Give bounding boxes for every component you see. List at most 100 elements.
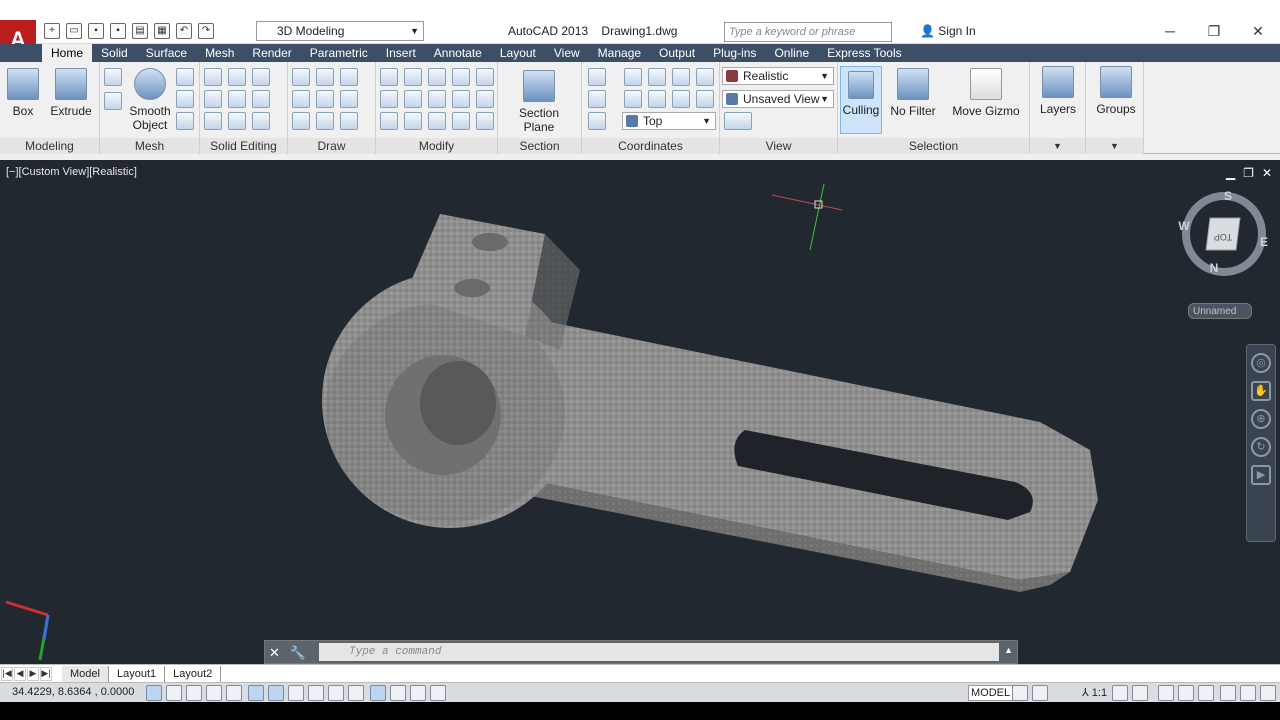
otrack-icon[interactable] xyxy=(288,685,304,701)
first-tab-icon[interactable]: |◀ xyxy=(1,666,13,681)
fillet-icon[interactable] xyxy=(380,68,398,86)
mesh-box-icon[interactable] xyxy=(104,68,122,86)
viewport-restore-icon[interactable]: ❐ xyxy=(1243,166,1254,180)
array-icon[interactable] xyxy=(476,112,494,130)
ucs-previous-icon[interactable] xyxy=(624,90,642,108)
extrude-button[interactable]: Extrude xyxy=(50,68,92,118)
erase-icon[interactable] xyxy=(380,112,398,130)
lineweight-icon[interactable] xyxy=(348,685,364,701)
groups-expand[interactable]: ▼ xyxy=(1086,138,1143,154)
auto-scale-icon[interactable] xyxy=(1132,685,1148,701)
ucs-view-icon[interactable] xyxy=(672,68,690,86)
save-icon[interactable]: ▪ xyxy=(88,23,104,39)
sign-in-button[interactable]: 👤 Sign In xyxy=(920,22,976,40)
viewport-close-icon[interactable]: ✕ xyxy=(1262,166,1272,180)
subtract-icon[interactable] xyxy=(204,90,222,108)
ortho-icon[interactable] xyxy=(206,685,222,701)
panel-label-coordinates[interactable]: Coordinates xyxy=(582,138,719,154)
showmotion-icon[interactable]: ▶ xyxy=(1251,465,1271,485)
circle-icon[interactable] xyxy=(340,90,358,108)
extract-edges-icon[interactable] xyxy=(252,68,270,86)
tab-annotate[interactable]: Annotate xyxy=(425,44,491,62)
chevron-up-icon[interactable]: ▲ xyxy=(1004,645,1013,655)
workspace-dropdown[interactable]: 3D Modeling ▼ xyxy=(256,21,424,41)
smooth-less-icon[interactable] xyxy=(176,90,194,108)
print-icon[interactable]: ▦ xyxy=(154,23,170,39)
3d-model[interactable] xyxy=(0,160,1280,664)
ucs-icon[interactable] xyxy=(588,68,606,86)
ucs-named-icon[interactable] xyxy=(588,90,606,108)
osnap-icon[interactable] xyxy=(248,685,264,701)
ucs-zaxis-icon[interactable] xyxy=(696,90,714,108)
tab-render[interactable]: Render xyxy=(243,44,300,62)
extrude-faces-icon[interactable] xyxy=(252,90,270,108)
layers-button[interactable]: Layers xyxy=(1040,66,1076,116)
visual-style-dropdown[interactable]: Realistic ▼ xyxy=(722,67,834,85)
stretch-icon[interactable] xyxy=(452,112,470,130)
compass-north[interactable]: N xyxy=(1210,261,1219,275)
quick-view-drawings-icon[interactable] xyxy=(1032,685,1048,701)
ucs-face-icon[interactable] xyxy=(648,90,666,108)
tab-online[interactable]: Online xyxy=(765,44,818,62)
intersect-icon[interactable] xyxy=(204,112,222,130)
tab-layout2[interactable]: Layout2 xyxy=(165,665,222,682)
transparency-icon[interactable] xyxy=(370,685,386,701)
line-icon[interactable] xyxy=(292,68,310,86)
isolate-objects-icon[interactable] xyxy=(1220,685,1236,701)
viewport-minimize-icon[interactable]: ▁ xyxy=(1226,166,1235,180)
ucs-world-icon[interactable] xyxy=(624,68,642,86)
lock-icon[interactable] xyxy=(1178,685,1194,701)
copy-icon[interactable] xyxy=(428,112,446,130)
panel-label-draw[interactable]: Draw xyxy=(288,138,375,154)
orbit-icon[interactable]: ↻ xyxy=(1251,437,1271,457)
snap-mode-icon[interactable] xyxy=(166,685,182,701)
save-as-icon[interactable]: ▪ xyxy=(110,23,126,39)
smooth-object-button[interactable]: Smooth Object xyxy=(128,68,172,132)
panel-label-section[interactable]: Section xyxy=(498,138,581,154)
groups-button[interactable]: Groups xyxy=(1096,66,1136,116)
interfere-icon[interactable] xyxy=(228,68,246,86)
polygon-icon[interactable] xyxy=(292,112,310,130)
restore-icon[interactable]: ❐ xyxy=(1192,18,1236,44)
offset-icon[interactable] xyxy=(404,90,422,108)
named-view-dropdown[interactable]: Top ▼ xyxy=(622,112,716,130)
tab-output[interactable]: Output xyxy=(650,44,704,62)
selection-cycling-icon[interactable] xyxy=(410,685,426,701)
tab-express-tools[interactable]: Express Tools xyxy=(818,44,910,62)
ucs-origin-icon[interactable] xyxy=(648,68,666,86)
culling-button[interactable]: Culling xyxy=(840,66,882,134)
section-plane-button[interactable]: Section Plane xyxy=(516,70,562,134)
viewport-config-icon[interactable] xyxy=(724,112,752,130)
compass-east[interactable]: E xyxy=(1260,235,1268,249)
3d-mirror-icon[interactable] xyxy=(476,68,494,86)
annotation-scale[interactable]: ⅄ 1:1 xyxy=(1082,686,1107,699)
rotate-icon[interactable] xyxy=(428,90,446,108)
redo-icon[interactable]: ↷ xyxy=(198,23,214,39)
union-icon[interactable] xyxy=(204,68,222,86)
panel-label-solid-editing[interactable]: Solid Editing xyxy=(200,138,287,154)
panel-label-modify[interactable]: Modify xyxy=(376,138,497,154)
undo-icon[interactable]: ↶ xyxy=(176,23,192,39)
3d-align-icon[interactable] xyxy=(452,68,470,86)
tab-view[interactable]: View xyxy=(545,44,589,62)
spline-icon[interactable] xyxy=(292,90,310,108)
layers-expand[interactable]: ▼ xyxy=(1030,138,1085,154)
ellipse-icon[interactable] xyxy=(340,112,358,130)
tab-manage[interactable]: Manage xyxy=(589,44,650,62)
search-input[interactable]: Type a keyword or phrase xyxy=(724,22,892,42)
smooth-more-icon[interactable] xyxy=(176,68,194,86)
panel-label-modeling[interactable]: Modeling xyxy=(0,138,99,154)
wrench-icon[interactable]: 🔧 xyxy=(290,645,306,661)
ucs-menu[interactable]: Unnamed xyxy=(1188,303,1252,319)
rectangle-icon[interactable] xyxy=(316,112,334,130)
separate-icon[interactable] xyxy=(252,112,270,130)
slice-icon[interactable] xyxy=(228,90,246,108)
ucs-3point-icon[interactable] xyxy=(672,90,690,108)
scale-icon[interactable] xyxy=(452,90,470,108)
infer-constraints-icon[interactable] xyxy=(146,685,162,701)
mirror-icon[interactable] xyxy=(404,112,422,130)
3d-osnap-icon[interactable] xyxy=(268,685,284,701)
grid-icon[interactable] xyxy=(186,685,202,701)
zoom-icon[interactable]: ⊕ xyxy=(1251,409,1271,429)
prev-tab-icon[interactable]: ◀ xyxy=(14,666,26,681)
